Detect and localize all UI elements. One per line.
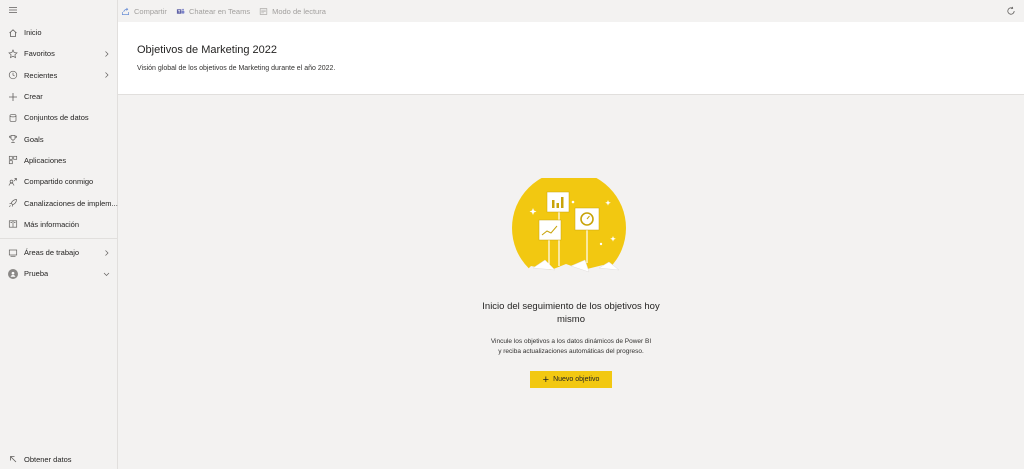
share-button[interactable]: Compartir (121, 7, 167, 16)
plus-icon: + (542, 373, 550, 386)
chat-teams-label: Chatear en Teams (188, 6, 251, 16)
clock-icon (8, 70, 18, 80)
empty-state-title: Inicio del seguimiento de los objetivos … (482, 301, 660, 325)
goals-illustration (512, 178, 627, 283)
book-icon (8, 219, 18, 229)
nav-item-conjuntos-de-datos[interactable]: Conjuntos de datos (0, 107, 118, 128)
page-subtitle: Visión global de los objetivos de Market… (137, 65, 336, 72)
nav-item-label: Más información (24, 219, 80, 229)
hamburger-menu-icon[interactable] (8, 5, 18, 15)
nav-item-label: Áreas de trabajo (24, 248, 80, 258)
trophy-icon (8, 134, 18, 144)
nav-item-areas-de-trabajo[interactable]: Áreas de trabajo (0, 242, 118, 263)
database-icon (8, 113, 18, 123)
nav-item-label: Inicio (24, 28, 42, 38)
nav-item-label: Favoritos (24, 49, 55, 59)
nav-item-label: Conjuntos de datos (24, 113, 89, 123)
plus-icon (8, 92, 18, 102)
nav-item-label: Canalizaciones de implem... (24, 198, 118, 208)
nav-item-label: Recientes (24, 70, 58, 80)
home-icon (8, 28, 18, 38)
nav-item-inicio[interactable]: Inicio (0, 22, 118, 43)
refresh-icon[interactable] (1006, 6, 1016, 16)
nav-item-label: Prueba (24, 269, 49, 279)
nav-divider (0, 237, 118, 239)
chevron-down-icon (103, 270, 110, 277)
nav-item-goals[interactable]: Goals (0, 128, 118, 149)
empty-state-desc-line-2: y reciba actualizaciones automáticas del… (498, 348, 644, 355)
workspaces-icon (8, 248, 18, 258)
apps-icon (8, 155, 18, 165)
chevron-right-icon (103, 249, 110, 256)
report-toolbar: Compartir Chatear en Teams Modo de lectu… (118, 0, 1024, 22)
nav-item-label: Aplicaciones (24, 155, 67, 165)
nav-item-recientes[interactable]: Recientes (0, 65, 118, 86)
get-data-label: Obtener datos (24, 454, 72, 464)
left-nav: Inicio Favoritos Recientes Crear Conjunt… (0, 0, 118, 469)
nav-item-aplicaciones[interactable]: Aplicaciones (0, 150, 118, 171)
nav-item-canalizaciones[interactable]: Canalizaciones de implem... (0, 192, 118, 213)
teams-icon (176, 8, 185, 14)
chat-teams-button[interactable]: Chatear en Teams (176, 7, 250, 16)
nav-item-label: Compartido conmigo (24, 177, 94, 187)
reading-mode-label: Modo de lectura (272, 6, 326, 16)
empty-state-description: Vincule los objetivos a los datos dinámi… (471, 337, 671, 357)
new-goal-button[interactable]: + Nuevo objetivo (530, 371, 612, 388)
nav-item-prueba[interactable]: Prueba (0, 263, 118, 284)
nav-item-mas-informacion[interactable]: Más información (0, 214, 118, 235)
rocket-icon (8, 198, 18, 208)
star-icon (8, 49, 18, 59)
share-icon (121, 7, 130, 15)
workspace-avatar-icon (8, 268, 18, 279)
chevron-right-icon (103, 72, 110, 79)
get-data-button[interactable]: Obtener datos (0, 449, 118, 469)
nav-item-compartido-conmigo[interactable]: Compartido conmigo (0, 171, 118, 192)
new-goal-label: Nuevo objetivo (553, 376, 600, 383)
nav-item-favoritos[interactable]: Favoritos (0, 43, 118, 64)
nav-list: Inicio Favoritos Recientes Crear Conjunt… (0, 22, 118, 285)
page-title: Objetivos de Marketing 2022 (137, 44, 278, 56)
nav-item-label: Crear (24, 92, 43, 102)
chevron-right-icon (103, 50, 110, 57)
reading-mode-button[interactable]: Modo de lectura (259, 7, 326, 16)
arrow-upleft-icon (8, 454, 18, 464)
scorecard-header: Objetivos de Marketing 2022 Visión globa… (118, 22, 1024, 95)
share-label: Compartir (134, 6, 167, 16)
empty-state-desc-line-1: Vincule los objetivos a los datos dinámi… (490, 338, 652, 345)
nav-item-crear[interactable]: Crear (0, 86, 118, 107)
empty-state: Inicio del seguimiento de los objetivos … (118, 96, 1024, 469)
shared-icon (8, 177, 18, 187)
nav-item-label: Goals (24, 134, 44, 144)
reading-mode-icon (259, 7, 268, 15)
